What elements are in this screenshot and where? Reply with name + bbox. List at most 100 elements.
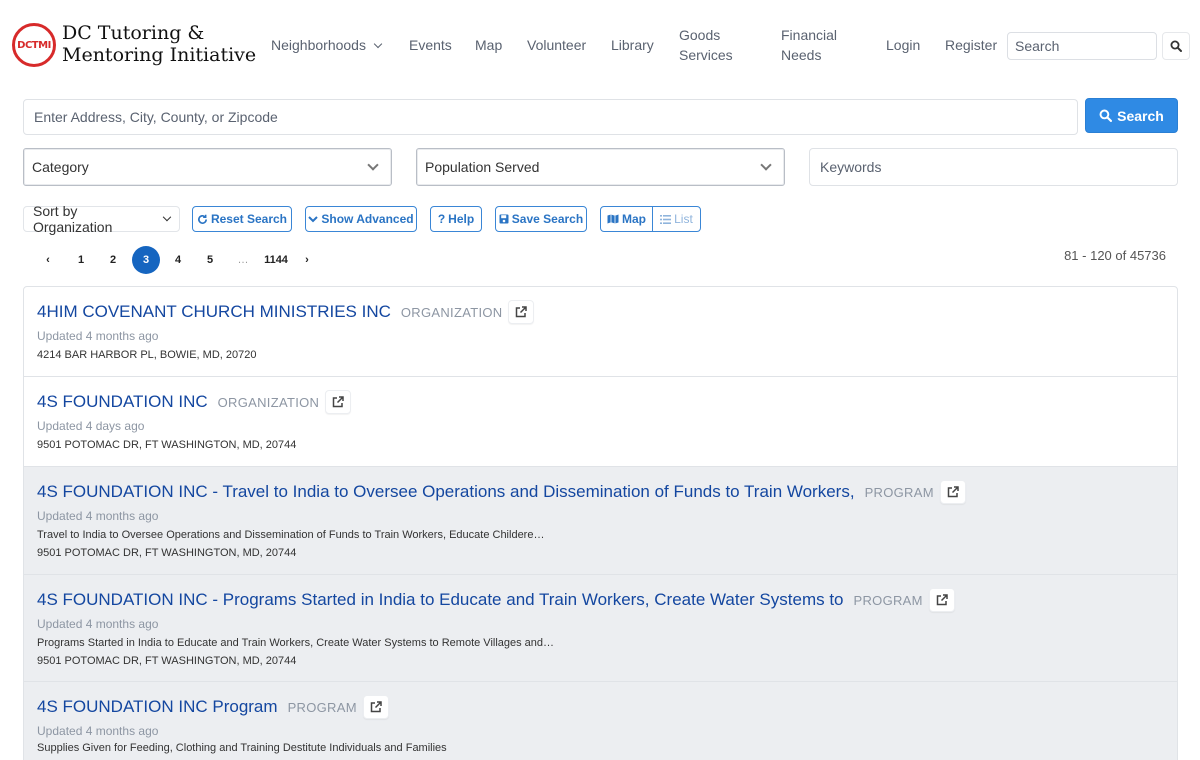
pagination-prev[interactable]: ‹ bbox=[34, 246, 62, 274]
header-search-input[interactable] bbox=[1007, 32, 1157, 60]
chevron-down-icon bbox=[308, 216, 319, 223]
external-link-button[interactable] bbox=[325, 390, 352, 414]
list-view-button[interactable]: List bbox=[653, 207, 700, 231]
list-view-label: List bbox=[674, 212, 693, 226]
nav-events[interactable]: Events bbox=[409, 35, 452, 55]
result-updated: Updated 4 months ago bbox=[37, 724, 159, 738]
result-item: 4S FOUNDATION INC Program PROGRAM Update… bbox=[24, 682, 1177, 760]
pagination-page-2[interactable]: 2 bbox=[99, 246, 127, 274]
result-type-badge: PROGRAM bbox=[853, 592, 923, 608]
pagination-page-4[interactable]: 4 bbox=[164, 246, 192, 274]
reset-search-button[interactable]: Reset Search bbox=[192, 206, 292, 232]
brand-line-1: DC Tutoring & bbox=[62, 22, 205, 44]
result-title-link[interactable]: 4S FOUNDATION INC - Travel to India to O… bbox=[37, 482, 855, 502]
view-toggle: Map List bbox=[600, 206, 701, 232]
nav-register[interactable]: Register bbox=[945, 35, 997, 55]
result-title-link[interactable]: 4S FOUNDATION INC - Programs Started in … bbox=[37, 590, 844, 610]
result-type-badge: ORGANIZATION bbox=[400, 304, 503, 320]
result-title-link[interactable]: 4HIM COVENANT CHURCH MINISTRIES INC bbox=[37, 302, 391, 322]
chevron-down-icon bbox=[367, 159, 379, 171]
show-advanced-button[interactable]: Show Advanced bbox=[305, 206, 417, 232]
result-type-badge: PROGRAM bbox=[864, 484, 934, 500]
nav-financial-line-1: Financial bbox=[781, 27, 838, 43]
result-item: 4HIM COVENANT CHURCH MINISTRIES INC ORGA… bbox=[24, 287, 1177, 377]
help-label: Help bbox=[448, 212, 475, 226]
save-search-button[interactable]: Save Search bbox=[495, 206, 587, 232]
help-button[interactable]: ? Help bbox=[430, 206, 482, 232]
external-link-button[interactable] bbox=[939, 480, 966, 504]
external-link-icon bbox=[370, 701, 382, 713]
site-logo[interactable]: DCTMI bbox=[12, 23, 56, 67]
brand-line-2: Mentoring Initiative bbox=[62, 44, 257, 66]
result-description: Travel to India to Oversee Operations an… bbox=[37, 529, 545, 541]
sort-select[interactable]: Sort by Organization bbox=[23, 203, 180, 235]
external-link-icon bbox=[332, 396, 344, 408]
population-select[interactable]: Population Served bbox=[416, 148, 785, 186]
external-link-icon bbox=[516, 306, 528, 318]
pagination-ellipsis: … bbox=[237, 254, 249, 266]
result-type-badge: PROGRAM bbox=[287, 699, 357, 715]
result-title-link[interactable]: 4S FOUNDATION INC bbox=[37, 392, 208, 412]
pagination-page-5[interactable]: 5 bbox=[196, 246, 224, 274]
search-icon bbox=[1170, 40, 1182, 52]
nav-goods-line-2: Services bbox=[679, 47, 733, 63]
main-search-label: Search bbox=[1117, 107, 1164, 124]
chevron-down-icon bbox=[373, 39, 383, 49]
nav-library[interactable]: Library bbox=[611, 35, 654, 55]
header-search-button[interactable] bbox=[1162, 32, 1190, 60]
sort-label: Sort by Organization bbox=[33, 203, 113, 235]
result-type-badge: ORGANIZATION bbox=[217, 394, 320, 410]
external-link-button[interactable] bbox=[508, 300, 535, 324]
map-view-label: Map bbox=[621, 212, 646, 226]
main-search-button[interactable]: Search bbox=[1085, 98, 1178, 133]
nav-volunteer[interactable]: Volunteer bbox=[527, 35, 586, 55]
population-label: Population Served bbox=[425, 159, 540, 175]
map-view-button[interactable]: Map bbox=[601, 207, 653, 231]
search-icon bbox=[1099, 109, 1113, 122]
refresh-icon bbox=[198, 214, 207, 224]
pagination-next[interactable]: › bbox=[293, 246, 321, 274]
result-title-link[interactable]: 4S FOUNDATION INC Program bbox=[37, 697, 278, 717]
nav-login[interactable]: Login bbox=[886, 35, 920, 55]
external-link-button[interactable] bbox=[928, 588, 955, 612]
result-address: 9501 POTOMAC DR, FT WASHINGTON, MD, 2074… bbox=[37, 439, 297, 451]
nav-financial-needs[interactable]: Financial Needs bbox=[781, 25, 837, 65]
save-search-label: Save Search bbox=[511, 212, 584, 226]
results-list: 4HIM COVENANT CHURCH MINISTRIES INC ORGA… bbox=[23, 286, 1178, 760]
category-select[interactable]: Category bbox=[23, 148, 392, 186]
result-item: 4S FOUNDATION INC - Travel to India to O… bbox=[24, 467, 1177, 575]
logo-text: DCTMI bbox=[17, 39, 51, 51]
show-advanced-label: Show Advanced bbox=[321, 212, 414, 226]
chevron-down-icon bbox=[162, 212, 172, 222]
external-link-button[interactable] bbox=[362, 695, 389, 719]
category-label: Category bbox=[32, 159, 89, 175]
result-item: 4S FOUNDATION INC ORGANIZATION Updated 4… bbox=[24, 377, 1177, 467]
external-link-icon bbox=[947, 486, 959, 498]
nav-goods-line-1: Goods bbox=[679, 27, 721, 43]
question-icon: ? bbox=[437, 212, 446, 226]
result-description: Supplies Given for Feeding, Clothing and… bbox=[37, 742, 447, 754]
pagination-page-1[interactable]: 1 bbox=[67, 246, 95, 274]
reset-search-label: Reset Search bbox=[210, 212, 288, 226]
save-icon bbox=[499, 214, 509, 224]
address-search-input[interactable] bbox=[23, 99, 1078, 135]
result-updated: Updated 4 months ago bbox=[37, 509, 159, 523]
nav-map[interactable]: Map bbox=[475, 35, 502, 55]
results-count: 81 - 120 of 45736 bbox=[1064, 248, 1166, 263]
map-icon bbox=[607, 214, 619, 224]
nav-financial-line-2: Needs bbox=[781, 47, 822, 63]
keywords-input[interactable] bbox=[809, 148, 1178, 186]
pagination-page-3-active[interactable]: 3 bbox=[132, 246, 160, 274]
result-description: Programs Started in India to Educate and… bbox=[37, 637, 555, 649]
nav-neighborhoods[interactable]: Neighborhoods bbox=[271, 35, 383, 55]
result-address: 9501 POTOMAC DR, FT WASHINGTON, MD, 2074… bbox=[37, 547, 297, 559]
chevron-down-icon bbox=[760, 159, 772, 171]
result-updated: Updated 4 days ago bbox=[37, 419, 145, 433]
result-item: 4S FOUNDATION INC - Programs Started in … bbox=[24, 575, 1177, 682]
list-icon bbox=[660, 214, 672, 224]
site-brand[interactable]: DC Tutoring & Mentoring Initiative bbox=[62, 22, 256, 66]
nav-goods-services[interactable]: Goods Services bbox=[679, 25, 733, 65]
external-link-icon bbox=[936, 594, 948, 606]
result-address: 4214 BAR HARBOR PL, BOWIE, MD, 20720 bbox=[37, 349, 257, 361]
pagination-page-last[interactable]: 1144 bbox=[262, 246, 290, 274]
